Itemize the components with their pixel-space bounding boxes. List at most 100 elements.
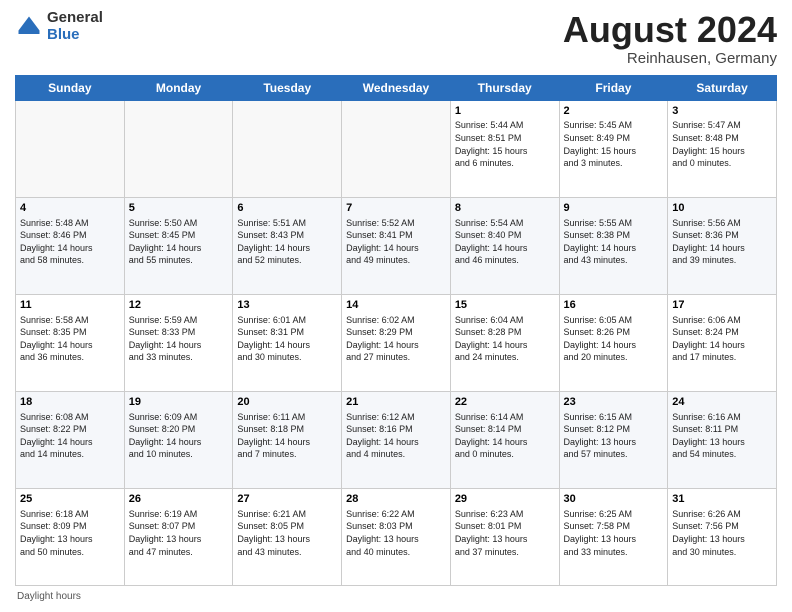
title-month: August 2024 [563, 10, 777, 50]
day-number: 9 [564, 201, 664, 216]
title-location: Reinhausen, Germany [563, 50, 777, 67]
table-cell: 17Sunrise: 6:06 AM Sunset: 8:24 PM Dayli… [668, 294, 777, 391]
day-number: 15 [455, 298, 555, 313]
day-info: Sunrise: 5:56 AM Sunset: 8:36 PM Dayligh… [672, 217, 772, 267]
table-cell: 26Sunrise: 6:19 AM Sunset: 8:07 PM Dayli… [124, 488, 233, 585]
day-info: Sunrise: 5:48 AM Sunset: 8:46 PM Dayligh… [20, 217, 120, 267]
table-cell: 29Sunrise: 6:23 AM Sunset: 8:01 PM Dayli… [450, 488, 559, 585]
col-saturday: Saturday [668, 75, 777, 100]
table-cell: 19Sunrise: 6:09 AM Sunset: 8:20 PM Dayli… [124, 391, 233, 488]
day-info: Sunrise: 6:06 AM Sunset: 8:24 PM Dayligh… [672, 314, 772, 364]
page: General Blue August 2024 Reinhausen, Ger… [0, 0, 792, 612]
calendar-week-row: 25Sunrise: 6:18 AM Sunset: 8:09 PM Dayli… [16, 488, 777, 585]
day-number: 10 [672, 201, 772, 216]
table-cell: 1Sunrise: 5:44 AM Sunset: 8:51 PM Daylig… [450, 100, 559, 197]
col-thursday: Thursday [450, 75, 559, 100]
calendar-week-row: 11Sunrise: 5:58 AM Sunset: 8:35 PM Dayli… [16, 294, 777, 391]
table-cell: 8Sunrise: 5:54 AM Sunset: 8:40 PM Daylig… [450, 197, 559, 294]
day-number: 11 [20, 298, 120, 313]
header: General Blue August 2024 Reinhausen, Ger… [15, 10, 777, 67]
table-cell: 18Sunrise: 6:08 AM Sunset: 8:22 PM Dayli… [16, 391, 125, 488]
calendar-week-row: 18Sunrise: 6:08 AM Sunset: 8:22 PM Dayli… [16, 391, 777, 488]
table-cell [16, 100, 125, 197]
col-friday: Friday [559, 75, 668, 100]
day-number: 14 [346, 298, 446, 313]
calendar-week-row: 4Sunrise: 5:48 AM Sunset: 8:46 PM Daylig… [16, 197, 777, 294]
day-number: 19 [129, 395, 229, 410]
table-cell: 30Sunrise: 6:25 AM Sunset: 7:58 PM Dayli… [559, 488, 668, 585]
day-info: Sunrise: 5:58 AM Sunset: 8:35 PM Dayligh… [20, 314, 120, 364]
day-info: Sunrise: 6:01 AM Sunset: 8:31 PM Dayligh… [237, 314, 337, 364]
day-info: Sunrise: 6:08 AM Sunset: 8:22 PM Dayligh… [20, 411, 120, 461]
table-cell: 20Sunrise: 6:11 AM Sunset: 8:18 PM Dayli… [233, 391, 342, 488]
col-wednesday: Wednesday [342, 75, 451, 100]
calendar-table: Sunday Monday Tuesday Wednesday Thursday… [15, 75, 777, 586]
logo-icon [15, 13, 43, 41]
day-number: 21 [346, 395, 446, 410]
col-monday: Monday [124, 75, 233, 100]
day-number: 5 [129, 201, 229, 216]
table-cell [342, 100, 451, 197]
day-info: Sunrise: 5:50 AM Sunset: 8:45 PM Dayligh… [129, 217, 229, 267]
table-cell: 25Sunrise: 6:18 AM Sunset: 8:09 PM Dayli… [16, 488, 125, 585]
day-number: 22 [455, 395, 555, 410]
footer-note: Daylight hours [15, 591, 777, 602]
day-number: 27 [237, 492, 337, 507]
day-info: Sunrise: 6:12 AM Sunset: 8:16 PM Dayligh… [346, 411, 446, 461]
logo-text: General Blue [47, 10, 103, 43]
col-tuesday: Tuesday [233, 75, 342, 100]
table-cell: 31Sunrise: 6:26 AM Sunset: 7:56 PM Dayli… [668, 488, 777, 585]
day-number: 17 [672, 298, 772, 313]
table-cell: 9Sunrise: 5:55 AM Sunset: 8:38 PM Daylig… [559, 197, 668, 294]
day-info: Sunrise: 5:44 AM Sunset: 8:51 PM Dayligh… [455, 119, 555, 169]
logo-blue: Blue [47, 27, 103, 44]
day-number: 29 [455, 492, 555, 507]
table-cell: 7Sunrise: 5:52 AM Sunset: 8:41 PM Daylig… [342, 197, 451, 294]
table-cell: 11Sunrise: 5:58 AM Sunset: 8:35 PM Dayli… [16, 294, 125, 391]
day-info: Sunrise: 6:15 AM Sunset: 8:12 PM Dayligh… [564, 411, 664, 461]
table-cell: 4Sunrise: 5:48 AM Sunset: 8:46 PM Daylig… [16, 197, 125, 294]
day-info: Sunrise: 6:04 AM Sunset: 8:28 PM Dayligh… [455, 314, 555, 364]
table-cell: 14Sunrise: 6:02 AM Sunset: 8:29 PM Dayli… [342, 294, 451, 391]
day-info: Sunrise: 6:16 AM Sunset: 8:11 PM Dayligh… [672, 411, 772, 461]
day-info: Sunrise: 5:54 AM Sunset: 8:40 PM Dayligh… [455, 217, 555, 267]
day-info: Sunrise: 6:14 AM Sunset: 8:14 PM Dayligh… [455, 411, 555, 461]
day-info: Sunrise: 6:21 AM Sunset: 8:05 PM Dayligh… [237, 508, 337, 558]
day-number: 3 [672, 104, 772, 119]
daylight-label: Daylight hours [17, 591, 81, 602]
day-number: 18 [20, 395, 120, 410]
day-number: 12 [129, 298, 229, 313]
day-number: 24 [672, 395, 772, 410]
day-number: 8 [455, 201, 555, 216]
day-number: 6 [237, 201, 337, 216]
day-number: 25 [20, 492, 120, 507]
logo-general: General [47, 10, 103, 27]
day-info: Sunrise: 6:11 AM Sunset: 8:18 PM Dayligh… [237, 411, 337, 461]
day-number: 7 [346, 201, 446, 216]
calendar-week-row: 1Sunrise: 5:44 AM Sunset: 8:51 PM Daylig… [16, 100, 777, 197]
table-cell: 3Sunrise: 5:47 AM Sunset: 8:48 PM Daylig… [668, 100, 777, 197]
calendar-header-row: Sunday Monday Tuesday Wednesday Thursday… [16, 75, 777, 100]
table-cell: 2Sunrise: 5:45 AM Sunset: 8:49 PM Daylig… [559, 100, 668, 197]
table-cell: 22Sunrise: 6:14 AM Sunset: 8:14 PM Dayli… [450, 391, 559, 488]
day-number: 20 [237, 395, 337, 410]
day-info: Sunrise: 6:23 AM Sunset: 8:01 PM Dayligh… [455, 508, 555, 558]
day-number: 2 [564, 104, 664, 119]
table-cell [124, 100, 233, 197]
day-number: 4 [20, 201, 120, 216]
day-info: Sunrise: 5:51 AM Sunset: 8:43 PM Dayligh… [237, 217, 337, 267]
day-info: Sunrise: 5:55 AM Sunset: 8:38 PM Dayligh… [564, 217, 664, 267]
table-cell: 5Sunrise: 5:50 AM Sunset: 8:45 PM Daylig… [124, 197, 233, 294]
table-cell: 6Sunrise: 5:51 AM Sunset: 8:43 PM Daylig… [233, 197, 342, 294]
day-info: Sunrise: 6:18 AM Sunset: 8:09 PM Dayligh… [20, 508, 120, 558]
day-number: 26 [129, 492, 229, 507]
table-cell: 24Sunrise: 6:16 AM Sunset: 8:11 PM Dayli… [668, 391, 777, 488]
day-number: 30 [564, 492, 664, 507]
title-block: August 2024 Reinhausen, Germany [563, 10, 777, 67]
day-info: Sunrise: 5:52 AM Sunset: 8:41 PM Dayligh… [346, 217, 446, 267]
day-number: 31 [672, 492, 772, 507]
table-cell: 10Sunrise: 5:56 AM Sunset: 8:36 PM Dayli… [668, 197, 777, 294]
day-number: 16 [564, 298, 664, 313]
day-info: Sunrise: 6:19 AM Sunset: 8:07 PM Dayligh… [129, 508, 229, 558]
day-info: Sunrise: 6:09 AM Sunset: 8:20 PM Dayligh… [129, 411, 229, 461]
